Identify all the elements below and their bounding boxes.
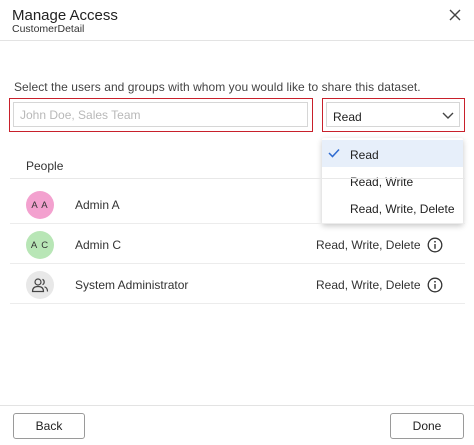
table-row: System Administrator Read, Write, Delete [10,264,465,304]
person-permission: Read, Write, Delete [316,238,421,252]
check-icon [328,148,340,158]
done-button[interactable]: Done [390,413,464,439]
share-instruction: Select the users and groups with whom yo… [14,80,421,94]
dialog-header: Manage Access CustomerDetail [0,0,474,41]
manage-access-dialog: Manage Access CustomerDetail Select the … [0,0,474,444]
dialog-footer: Back Done [0,405,474,445]
dialog-title: Manage Access [12,7,118,24]
group-icon [31,278,49,293]
table-row: A C Admin C Read, Write, Delete [10,224,465,264]
avatar: A C [26,231,54,259]
people-column-header: People [26,159,64,173]
permission-option-read[interactable]: Read [322,140,463,167]
permission-select[interactable]: Read [322,98,465,132]
info-icon[interactable] [427,277,443,293]
permission-select-value: Read [333,110,362,124]
people-input-highlight [9,98,313,132]
people-search-input[interactable] [13,102,308,127]
person-name: System Administrator [75,278,189,292]
back-button[interactable]: Back [13,413,85,439]
info-icon[interactable] [427,237,443,253]
dialog-subtitle: CustomerDetail [12,23,85,35]
close-button[interactable] [446,6,464,24]
chevron-down-icon [442,112,454,119]
option-label: Read [350,148,379,162]
header-divider [10,178,465,179]
table-row: A A Admin A [10,184,465,224]
person-name: Admin C [75,238,122,252]
close-icon [449,9,461,21]
avatar: A A [26,191,54,219]
avatar [26,271,54,299]
person-name: Admin A [75,198,120,212]
person-permission: Read, Write, Delete [316,278,421,292]
